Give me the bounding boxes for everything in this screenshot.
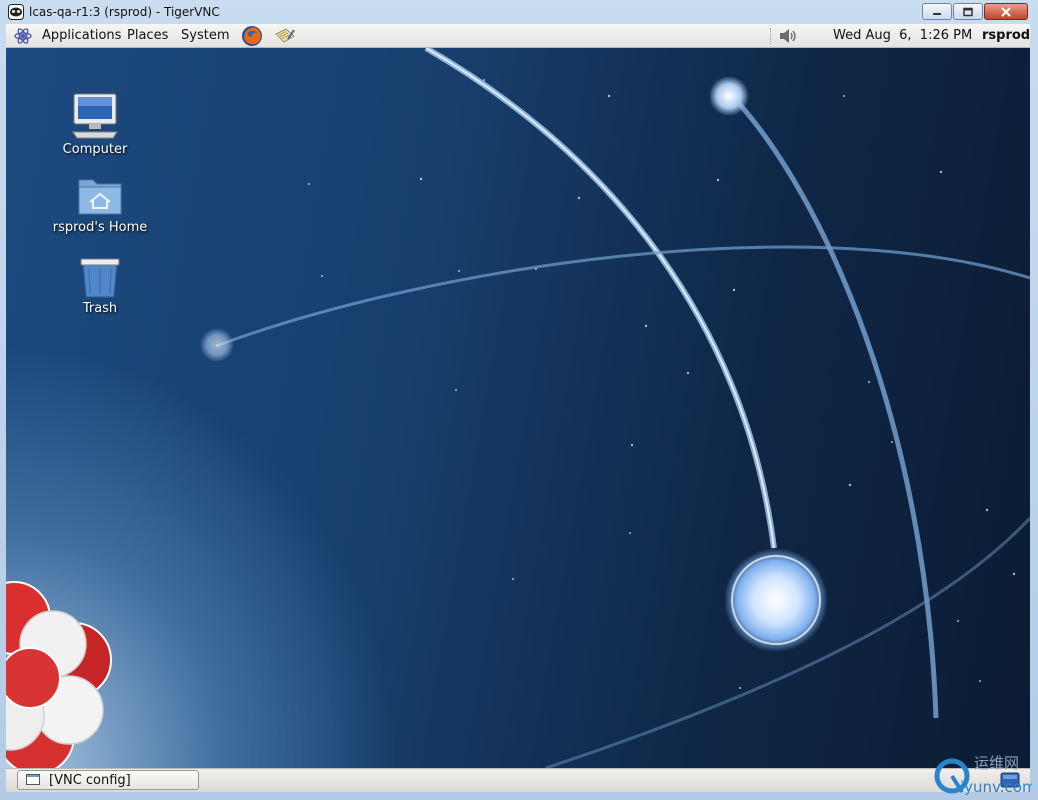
close-button[interactable] [984, 3, 1028, 20]
window-icon [26, 774, 40, 785]
volume-icon[interactable] [777, 27, 799, 45]
wallpaper-orbits [6, 48, 1030, 768]
minimize-icon [933, 12, 941, 15]
computer-icon [72, 93, 118, 139]
bottom-panel: [VNC config] [6, 768, 1030, 792]
ball-cluster-decoration [6, 581, 112, 768]
gnome-foot-icon[interactable] [13, 26, 33, 46]
desktop-background[interactable]: Computer rsprod's Home Trash [6, 48, 1030, 768]
firefox-icon[interactable] [241, 25, 263, 47]
desktop-icon-label: Trash [82, 301, 118, 316]
top-panel: Applications Places System Wed Aug 6, 1:… [6, 24, 1030, 48]
desktop-icon-label: Computer [62, 142, 128, 157]
watermark-text-top: 运维网 [974, 754, 1019, 772]
title-bar[interactable]: lcas-qa-r1:3 (rsprod) - TigerVNC [0, 0, 1038, 24]
taskbar-button-vnc-config[interactable]: [VNC config] [17, 770, 199, 790]
menu-places[interactable]: Places [127, 28, 168, 43]
vnc-window: lcas-qa-r1:3 (rsprod) - TigerVNC Applica… [0, 0, 1038, 800]
menu-applications[interactable]: Applications [42, 28, 121, 43]
desktop-icon-computer[interactable]: Computer [45, 92, 145, 157]
maximize-icon [963, 7, 973, 16]
watermark-logo: 运维网 iyunv.com [934, 754, 1032, 796]
menu-system[interactable]: System [181, 28, 229, 43]
close-icon [1001, 6, 1011, 17]
text-editor-icon[interactable] [274, 26, 296, 46]
desktop-icon-home[interactable]: rsprod's Home [50, 174, 150, 235]
user-menu[interactable]: rsprod [982, 28, 1030, 43]
home-folder-icon [78, 179, 122, 215]
trash-icon [80, 258, 120, 298]
desktop-icon-trash[interactable]: Trash [50, 255, 150, 316]
minimize-button[interactable] [922, 3, 952, 20]
window-title: lcas-qa-r1:3 (rsprod) - TigerVNC [29, 5, 220, 19]
clock[interactable]: Wed Aug 6, 1:26 PM [833, 28, 972, 43]
tigervnc-icon [8, 4, 24, 20]
taskbar-button-label: [VNC config] [49, 773, 131, 788]
watermark-text-bottom: iyunv.com [960, 778, 1032, 796]
desktop-icon-label: rsprod's Home [52, 220, 148, 235]
maximize-button[interactable] [953, 3, 983, 20]
remote-desktop-viewport[interactable]: Applications Places System Wed Aug 6, 1:… [6, 24, 1030, 792]
